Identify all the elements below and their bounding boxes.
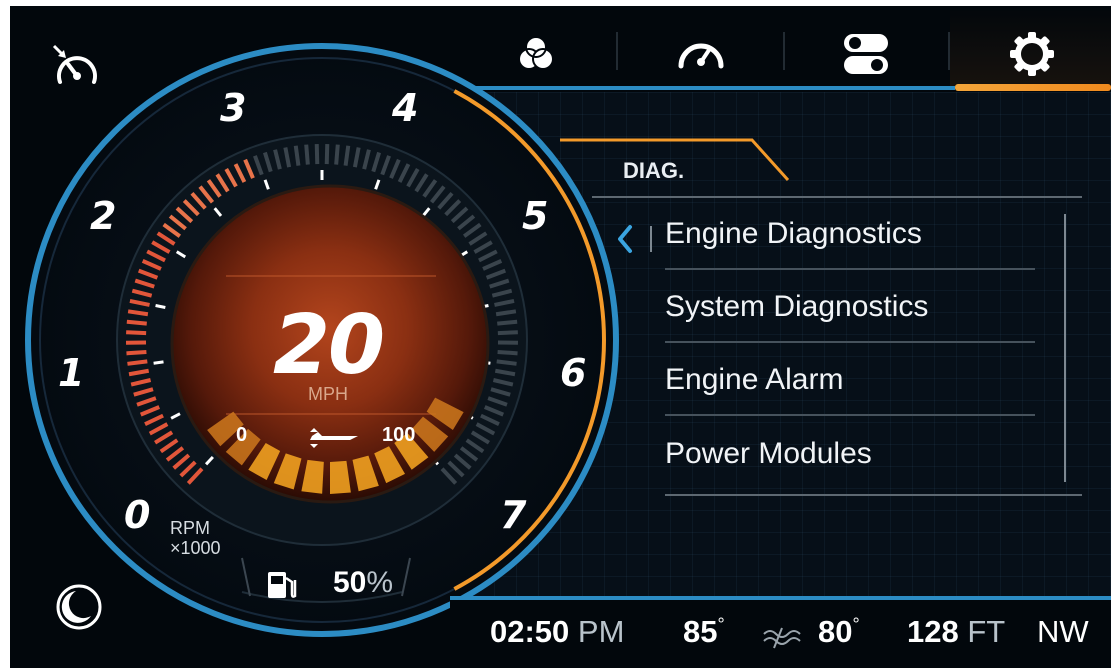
back-separator <box>650 226 652 252</box>
clock-time: 02:50 <box>490 614 570 649</box>
menu-item-label: System Diagnostics <box>665 290 929 323</box>
water-temp-degree: ° <box>852 614 860 635</box>
menu-item-power-modules[interactable]: Power Modules <box>665 428 1035 488</box>
trim-max-label: 100 <box>382 424 416 446</box>
menu-bottom-divider <box>665 494 1082 496</box>
rpm-tick <box>126 349 147 356</box>
heading: NW <box>1037 614 1089 649</box>
menu-scrollbar[interactable] <box>1064 214 1066 482</box>
menu-top-divider <box>592 196 1082 198</box>
speed-unit: MPH <box>308 384 348 404</box>
menu-item-system-diagnostics[interactable]: System Diagnostics <box>665 281 1035 343</box>
water-temp-value: 80 <box>818 614 853 649</box>
menu-item-label: Engine Alarm <box>665 363 844 396</box>
nav-separator <box>948 32 950 70</box>
depth: 128 FT <box>907 614 1005 650</box>
rpm-unit-line1: RPM <box>170 518 210 538</box>
rpm-unit-line2: ×1000 <box>170 538 221 558</box>
toggles-icon[interactable] <box>836 24 896 84</box>
rpm-tick <box>314 144 320 165</box>
clock: 02:50 PM <box>490 614 624 650</box>
diag-tab-label[interactable]: DIAG. <box>623 158 684 184</box>
rpm-number-6: 6 <box>560 351 587 395</box>
dashboard-screen: 0 1 2 3 4 5 6 7 RPM ×1000 20 MPH 0 100 5… <box>10 6 1111 668</box>
rpm-tick <box>324 144 330 165</box>
back-chevron-icon[interactable] <box>614 221 638 257</box>
air-temp-degree: ° <box>717 614 725 635</box>
water-temperature: 80° <box>818 614 860 650</box>
nav-separator <box>783 32 785 70</box>
speedometer-icon[interactable] <box>671 24 731 84</box>
active-tab-indicator <box>955 84 1111 91</box>
rpm-number-5: 5 <box>522 194 549 238</box>
fuel-level: 50% <box>333 566 393 600</box>
menu-item-engine-diagnostics[interactable]: Engine Diagnostics <box>665 208 1035 270</box>
speed-timer-icon[interactable] <box>50 42 102 94</box>
rpm-tick <box>497 330 518 336</box>
menu-item-engine-alarm[interactable]: Engine Alarm <box>665 354 1035 416</box>
rpm-tick <box>497 319 518 326</box>
water-temp-icon <box>762 626 802 650</box>
rpm-tick <box>127 359 148 366</box>
status-bar-divider <box>450 596 1111 600</box>
menu-item-label: Power Modules <box>665 437 872 470</box>
rpm-tick <box>496 359 517 366</box>
depth-unit: FT <box>967 614 1006 649</box>
fuel-level-value: 50 <box>333 566 367 599</box>
rpm-tick <box>334 144 340 165</box>
moon-icon[interactable] <box>54 582 104 632</box>
speed-value: 20 <box>272 298 385 393</box>
air-temperature: 85° <box>683 614 725 650</box>
rpm-tick <box>497 349 518 356</box>
rpm-tick <box>304 144 310 165</box>
trim-min-label: 0 <box>236 424 248 446</box>
rpm-number-1: 1 <box>58 351 85 395</box>
gear-icon[interactable] <box>1002 24 1062 84</box>
rpm-major-tick <box>153 360 164 365</box>
fuel-level-unit: % <box>366 566 394 599</box>
clock-ampm: PM <box>577 614 625 649</box>
rpm-number-2: 2 <box>90 194 117 238</box>
rpm-tick <box>126 319 147 326</box>
depth-value: 128 <box>907 614 959 649</box>
rpm-unit-label: RPM ×1000 <box>170 518 221 558</box>
rpm-number-7: 7 <box>500 493 527 537</box>
rpm-tick <box>126 330 147 336</box>
rpm-number-3: 3 <box>220 86 247 130</box>
rpm-tick <box>343 145 351 166</box>
rpm-major-tick <box>155 304 166 309</box>
air-temp-value: 85 <box>683 614 718 649</box>
rpm-number-4: 4 <box>392 86 419 130</box>
rpm-tick <box>293 145 301 166</box>
rpm-number-0: 0 <box>124 493 151 537</box>
menu-item-label: Engine Diagnostics <box>665 217 922 250</box>
